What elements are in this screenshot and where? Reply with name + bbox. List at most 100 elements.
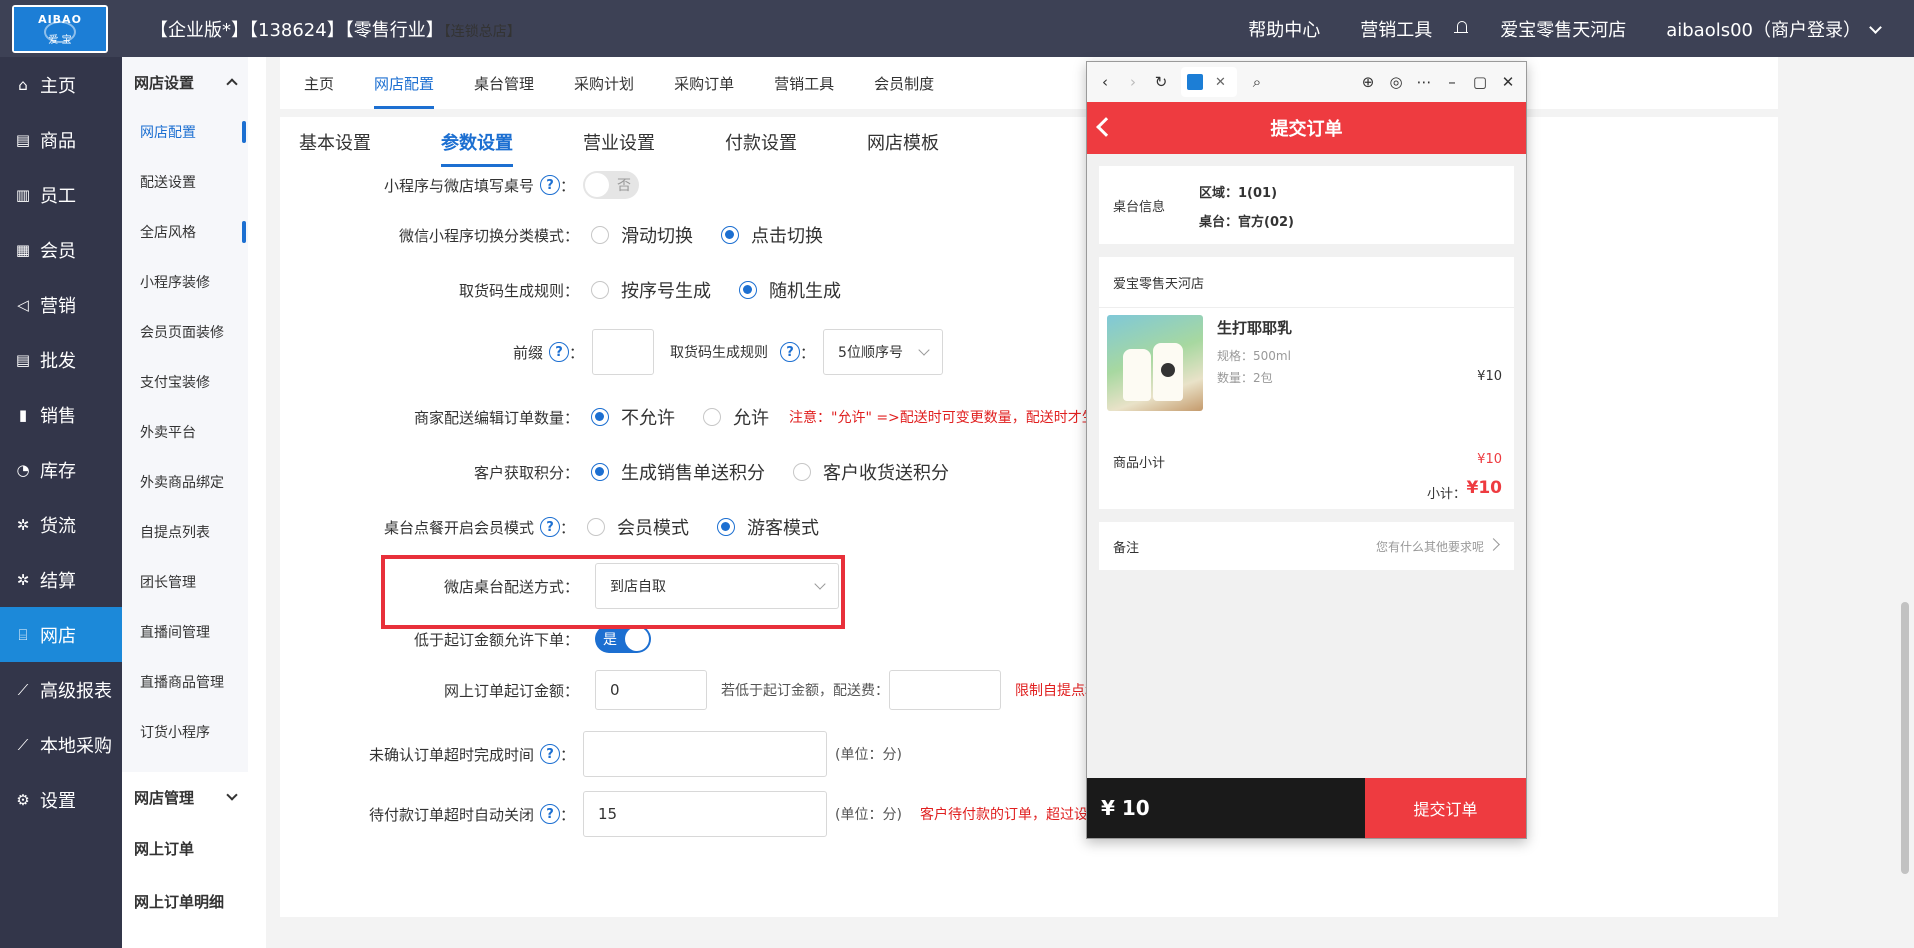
subnav-group-webstore-settings[interactable]: 网店设置 <box>122 57 248 107</box>
tab-webstore-config[interactable]: 网店配置 <box>374 57 435 109</box>
sidebar-item-sales[interactable]: ▮ 销售 <box>0 387 122 442</box>
sidebar-item-staff[interactable]: ▥ 员工 <box>0 167 122 222</box>
store-name[interactable]: 爱宝零售天河店 <box>1500 16 1626 42</box>
subnav-item[interactable]: 团长管理 <box>122 557 248 607</box>
more-icon[interactable]: ⋯ <box>1410 68 1438 96</box>
subnav-item[interactable]: 会员页面装修 <box>122 307 248 357</box>
category-slide-radio[interactable]: 滑动切换 <box>591 222 693 248</box>
unpaid-timeout-input[interactable]: 15 <box>583 791 828 837</box>
prefix-input[interactable] <box>592 329 655 375</box>
sidebar-item-marketing[interactable]: ◁ 营销 <box>0 277 122 332</box>
subtab-basic[interactable]: 基本设置 <box>299 117 371 167</box>
tab-home[interactable]: 主页 <box>304 57 334 109</box>
subnav-item[interactable]: 外卖平台 <box>122 407 248 457</box>
subnav-item[interactable]: 支付宝装修 <box>122 357 248 407</box>
sidebar-item-inventory[interactable]: ◔ 库存 <box>0 442 122 497</box>
subnav-item[interactable]: 直播间管理 <box>122 607 248 657</box>
tab-table-manage[interactable]: 桌台管理 <box>474 57 534 109</box>
help-icon[interactable]: ? <box>540 517 560 537</box>
sidebar-item-settle[interactable]: ✲ 结算 <box>0 552 122 607</box>
user-menu[interactable]: aibaols00（商户登录） <box>1666 16 1882 42</box>
category-mode-label: 微信小程序切换分类模式： <box>398 226 579 245</box>
subnav-item[interactable]: 直播商品管理 <box>122 657 248 707</box>
tab-purchase-order[interactable]: 采购订单 <box>674 57 734 109</box>
tab-marketing-tools[interactable]: 营销工具 <box>774 57 834 109</box>
scrollbar-thumb[interactable] <box>1901 602 1909 874</box>
help-icon[interactable]: ? <box>540 175 560 195</box>
colon: ： <box>800 343 816 362</box>
sidebar-item-settings[interactable]: ⚙ 设置 <box>0 772 122 827</box>
back-arrow-icon[interactable] <box>1096 117 1116 137</box>
submit-order-button[interactable]: 提交订单 <box>1365 778 1526 838</box>
bell-icon[interactable] <box>1454 20 1470 38</box>
subnav-item[interactable]: 自提点列表 <box>122 507 248 557</box>
sidebar-item-local-purchase[interactable]: ⟋ 本地采购 <box>0 717 122 772</box>
guest-mode-radio[interactable]: 游客模式 <box>717 514 819 540</box>
search-icon[interactable]: ⌕ <box>1243 68 1271 96</box>
help-center-link[interactable]: 帮助中心 <box>1248 16 1320 42</box>
subnav-item[interactable]: 订货小程序 <box>122 707 248 757</box>
gear-icon: ⚙ <box>16 790 30 809</box>
subtab-payment[interactable]: 付款设置 <box>725 117 797 167</box>
total-value: ¥10 <box>1466 478 1503 498</box>
subtab-business[interactable]: 营业设置 <box>583 117 655 167</box>
sidebar-item-webstore[interactable]: ⌸ 网店 <box>0 607 122 662</box>
help-icon[interactable]: ? <box>780 342 801 362</box>
globe-icon[interactable]: ◎ <box>1382 68 1410 96</box>
member-mode-radio[interactable]: 会员模式 <box>587 514 689 540</box>
member-mode-label: 桌台点餐开启会员模式 <box>383 518 534 537</box>
help-icon[interactable]: ? <box>540 744 560 764</box>
sidebar-item-flow[interactable]: ✲ 货流 <box>0 497 122 552</box>
sidebar-label: 网店 <box>40 625 76 647</box>
min-amount-input[interactable]: 0 <box>595 670 707 710</box>
settle-icon: ✲ <box>16 570 30 589</box>
remark-card[interactable]: 备注 您有什么其他要求呢 <box>1099 522 1514 570</box>
below-min-toggle[interactable]: 是 <box>595 625 651 653</box>
subtab-template[interactable]: 网店模板 <box>867 117 939 167</box>
maximize-icon[interactable]: ▢ <box>1466 68 1494 96</box>
merchant-disallow-radio[interactable]: 不允许 <box>591 404 675 430</box>
sidebar-label: 货流 <box>40 515 76 537</box>
table-no-toggle[interactable]: 否 <box>583 171 640 199</box>
points-sale-radio[interactable]: 生成销售单送积分 <box>591 459 765 485</box>
close-icon[interactable]: ✕ <box>1494 68 1522 96</box>
sidebar-item-member[interactable]: ▦ 会员 <box>0 222 122 277</box>
points-receive-radio[interactable]: 客户收货送积分 <box>793 459 949 485</box>
minimize-icon[interactable]: – <box>1438 68 1466 96</box>
category-click-radio[interactable]: 点击切换 <box>721 222 823 248</box>
sidebar-item-goods[interactable]: ▤ 商品 <box>0 112 122 167</box>
product-image[interactable] <box>1107 315 1203 411</box>
fee-input[interactable] <box>889 670 1001 710</box>
close-tab-icon[interactable]: ✕ <box>1215 75 1226 90</box>
help-icon[interactable]: ? <box>540 804 560 824</box>
tab-purchase-plan[interactable]: 采购计划 <box>574 57 634 109</box>
prefix-rule-select[interactable]: 5位顺序号 <box>823 329 944 375</box>
refresh-icon[interactable]: ↻ <box>1147 68 1175 96</box>
subtab-params[interactable]: 参数设置 <box>441 117 513 167</box>
back-icon[interactable]: ‹ <box>1091 68 1119 96</box>
subnav-item[interactable]: 全店风格 <box>122 207 248 257</box>
sidebar-item-reports[interactable]: ⟋ 高级报表 <box>0 662 122 717</box>
browser-tab[interactable]: ✕ <box>1181 67 1237 97</box>
subnav-item[interactable]: 配送设置 <box>122 157 248 207</box>
aibao-logo[interactable]: AIBAO 爱 宝 <box>12 5 108 53</box>
page-scrollbar[interactable] <box>1897 57 1914 948</box>
subnav-online-order-details[interactable]: 网上订单明细 <box>122 875 248 928</box>
subnav-group-webstore-manage[interactable]: 网店管理 <box>122 772 248 822</box>
tab-member-system[interactable]: 会员制度 <box>874 57 934 109</box>
colon: ： <box>569 343 585 362</box>
sidebar-item-home[interactable]: ⌂ 主页 <box>0 57 122 112</box>
download-icon[interactable]: ⊕ <box>1354 68 1382 96</box>
help-icon[interactable]: ? <box>549 342 569 362</box>
sidebar-item-wholesale[interactable]: ▤ 批发 <box>0 332 122 387</box>
marketing-tools-link[interactable]: 营销工具 <box>1360 16 1432 42</box>
merchant-allow-radio[interactable]: 允许 <box>703 404 769 430</box>
pickup-random-radio[interactable]: 随机生成 <box>739 277 841 303</box>
subnav-item[interactable]: 小程序装修 <box>122 257 248 307</box>
subnav-item[interactable]: 网店配置 <box>122 107 248 157</box>
unconfirmed-timeout-input[interactable] <box>583 731 828 777</box>
subnav-online-orders[interactable]: 网上订单 <box>122 822 248 875</box>
pickup-sequence-radio[interactable]: 按序号生成 <box>591 277 711 303</box>
forward-icon[interactable]: › <box>1119 68 1147 96</box>
subnav-item[interactable]: 外卖商品绑定 <box>122 457 248 507</box>
